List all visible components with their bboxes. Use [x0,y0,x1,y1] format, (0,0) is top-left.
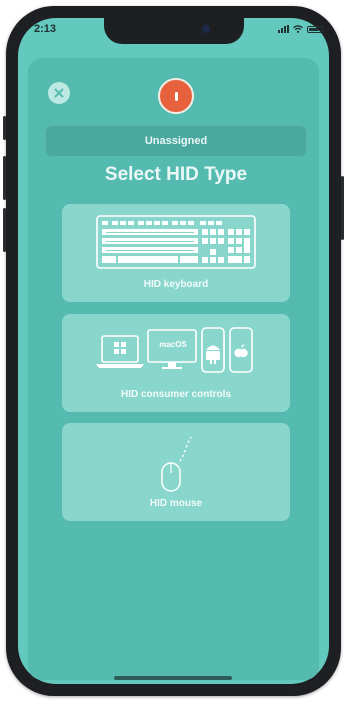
home-indicator[interactable] [114,676,232,680]
hid-mouse-option[interactable]: HID mouse [62,423,290,521]
mouse-icon [161,436,192,492]
page-title: Select HID Type [104,164,248,185]
laptop-windows-icon [96,335,144,368]
battery-icon [307,25,323,33]
record-indicator-icon [174,91,178,101]
volume-down-button [3,208,6,252]
macos-badge: macOS [159,340,187,349]
status-icons [278,25,323,33]
hid-keyboard-option[interactable]: HID keyboard [62,204,290,302]
wifi-icon [293,25,303,33]
mute-switch [3,116,6,140]
hid-consumer-controls-option[interactable]: macOS HID consumer controls [62,314,290,412]
hid-keyboard-label: HID keyboard [143,279,209,290]
notch [104,18,244,44]
hid-mouse-label: HID mouse [149,498,203,509]
devices-icon [96,327,253,373]
hid-consumer-controls-label: HID consumer controls [120,389,232,400]
camera-icon [202,25,210,33]
volume-up-button [3,156,6,200]
close-icon [54,88,64,98]
monitor-macos-icon [147,329,197,369]
apple-phone-icon [229,327,253,373]
android-phone-icon [201,327,225,373]
status-time: 2:13 [34,23,57,35]
power-button [341,176,344,240]
keyboard-icon [96,215,256,269]
record-button[interactable] [158,78,194,114]
signal-icon [278,25,289,33]
assignment-status: Unassigned [46,126,306,156]
close-button[interactable] [48,82,70,104]
